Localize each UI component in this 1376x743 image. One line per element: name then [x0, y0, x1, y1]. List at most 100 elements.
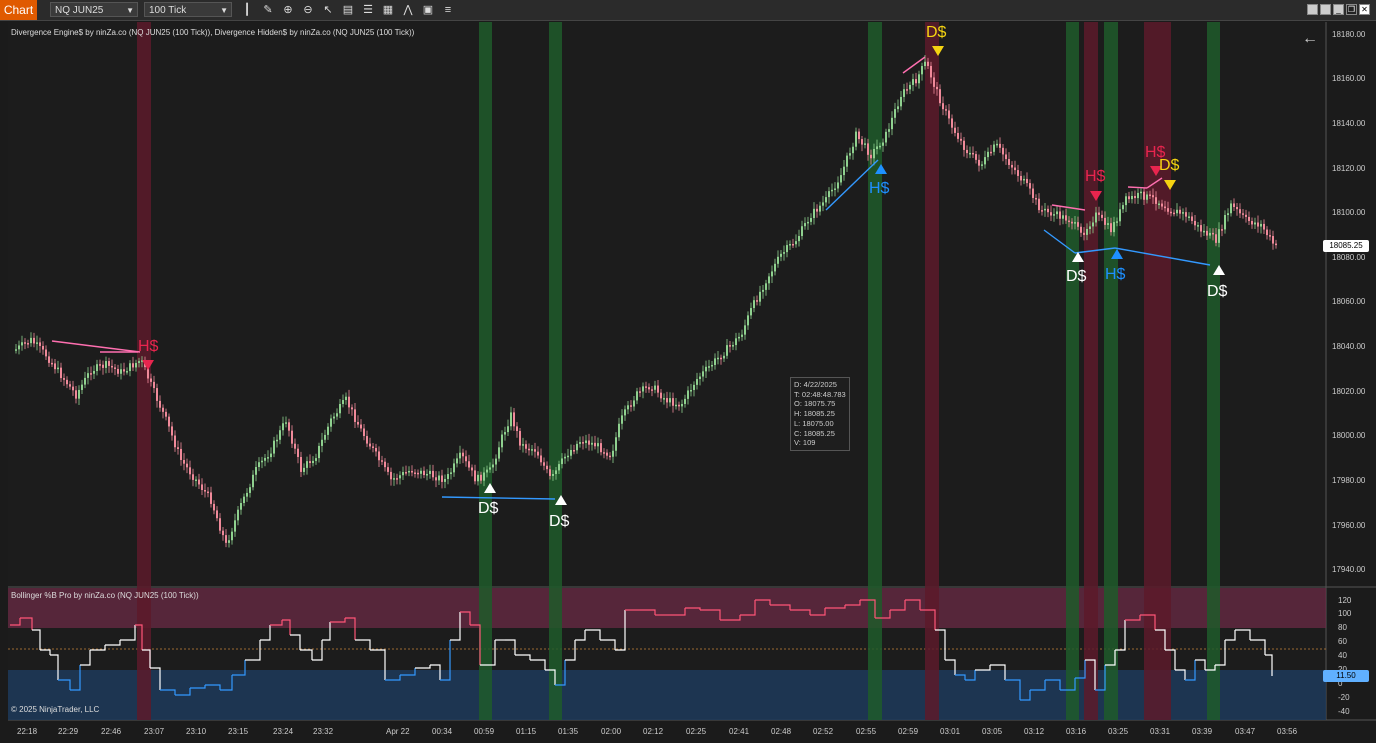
- candle-body: [123, 369, 125, 372]
- candle-body: [36, 342, 38, 344]
- candle-body: [420, 470, 422, 474]
- candle-body: [849, 153, 851, 156]
- candle-body: [855, 131, 857, 147]
- time-axis-label: 00:59: [474, 727, 495, 736]
- candle-body: [336, 413, 338, 417]
- candle-body: [1212, 232, 1214, 235]
- time-axis-label: 23:32: [313, 727, 334, 736]
- candle-body: [558, 464, 560, 471]
- candle-body: [993, 144, 995, 152]
- candle-body: [231, 531, 233, 541]
- candle-body: [90, 373, 92, 375]
- candle-body: [195, 479, 197, 482]
- candle-body: [729, 345, 731, 347]
- candle-body: [978, 159, 980, 166]
- candle-body: [276, 439, 278, 442]
- candle-body: [681, 403, 683, 407]
- candle-body: [522, 444, 524, 446]
- data-box-volume: V: 109: [794, 438, 816, 448]
- candle-body: [897, 106, 899, 110]
- indicator-axis-label: 100: [1338, 609, 1352, 618]
- time-axis-label: 23:15: [228, 727, 249, 736]
- candle-body: [132, 363, 134, 368]
- candle-body: [153, 381, 155, 389]
- indicator-value-tag: 11.50: [1323, 670, 1369, 682]
- candle-body: [525, 444, 527, 449]
- candle-body: [600, 443, 602, 453]
- candle-body: [189, 467, 191, 475]
- candle-body: [78, 389, 80, 399]
- candle-body: [207, 491, 209, 494]
- candle-body: [351, 407, 353, 410]
- candle-body: [30, 337, 32, 344]
- candle-body: [1206, 230, 1208, 236]
- candle-body: [1131, 195, 1133, 200]
- candle-body: [774, 263, 776, 272]
- price-axis-label: 18160.00: [1332, 74, 1366, 83]
- candle-body: [1098, 212, 1100, 215]
- candle-body: [999, 143, 1001, 148]
- candle-body: [411, 470, 413, 473]
- time-axis-label: 03:47: [1235, 727, 1256, 736]
- candle-body: [678, 404, 680, 407]
- candle-body: [1266, 229, 1268, 236]
- candle-body: [63, 378, 65, 380]
- signal-label: D$: [926, 24, 947, 41]
- candle-body: [243, 496, 245, 504]
- candle-body: [165, 411, 167, 417]
- candle-body: [1068, 220, 1070, 223]
- candle-body: [216, 510, 218, 519]
- candle-body: [1128, 196, 1130, 200]
- candle-body: [87, 373, 89, 378]
- candle-body: [864, 143, 866, 145]
- time-axis-label: 00:34: [432, 727, 453, 736]
- lower-zone: [8, 670, 1326, 720]
- candle-body: [1152, 195, 1154, 198]
- candle-body: [474, 470, 476, 482]
- price-chart[interactable]: [0, 0, 1376, 743]
- candle-body: [1083, 232, 1085, 235]
- candle-body: [1245, 214, 1247, 217]
- candle-body: [1119, 209, 1121, 222]
- candle-body: [717, 357, 719, 360]
- candle-body: [981, 164, 983, 166]
- candle-body: [1095, 212, 1097, 223]
- candle-body: [1134, 195, 1136, 199]
- candle-body: [258, 462, 260, 468]
- candle-body: [822, 202, 824, 206]
- time-axis-label: 02:59: [898, 727, 919, 736]
- candle-body: [594, 442, 596, 447]
- candle-body: [1170, 211, 1172, 214]
- candle-body: [633, 400, 635, 407]
- candle-body: [636, 391, 638, 401]
- candle-body: [39, 342, 41, 346]
- price-axis-label: 18120.00: [1332, 164, 1366, 173]
- candle-body: [1029, 183, 1031, 189]
- candle-body: [591, 442, 593, 445]
- candle-body: [858, 131, 860, 140]
- candle-body: [621, 415, 623, 424]
- candle-body: [285, 422, 287, 424]
- candle-body: [1014, 167, 1016, 171]
- candle-body: [414, 472, 416, 474]
- candle-body: [255, 467, 257, 475]
- candle-body: [723, 355, 725, 359]
- time-axis-label: 22:29: [58, 727, 79, 736]
- candle-body: [789, 243, 791, 246]
- candle-body: [660, 392, 662, 399]
- candle-body: [507, 426, 509, 433]
- data-box: D: 4/22/2025 T: 02:48:48.783 O: 18075.75…: [790, 377, 850, 451]
- indicator-axis-label: 60: [1338, 637, 1347, 646]
- candle-body: [909, 84, 911, 90]
- candle-body: [852, 146, 854, 154]
- candle-body: [1188, 216, 1190, 218]
- candle-body: [579, 442, 581, 444]
- time-axis-label: Apr 22: [386, 727, 410, 736]
- candle-body: [66, 379, 68, 385]
- arrow-left-icon[interactable]: ←: [1302, 30, 1318, 48]
- candle-body: [753, 300, 755, 309]
- candle-body: [960, 138, 962, 141]
- candle-body: [99, 364, 101, 366]
- candle-body: [294, 443, 296, 449]
- signal-band: [549, 22, 562, 720]
